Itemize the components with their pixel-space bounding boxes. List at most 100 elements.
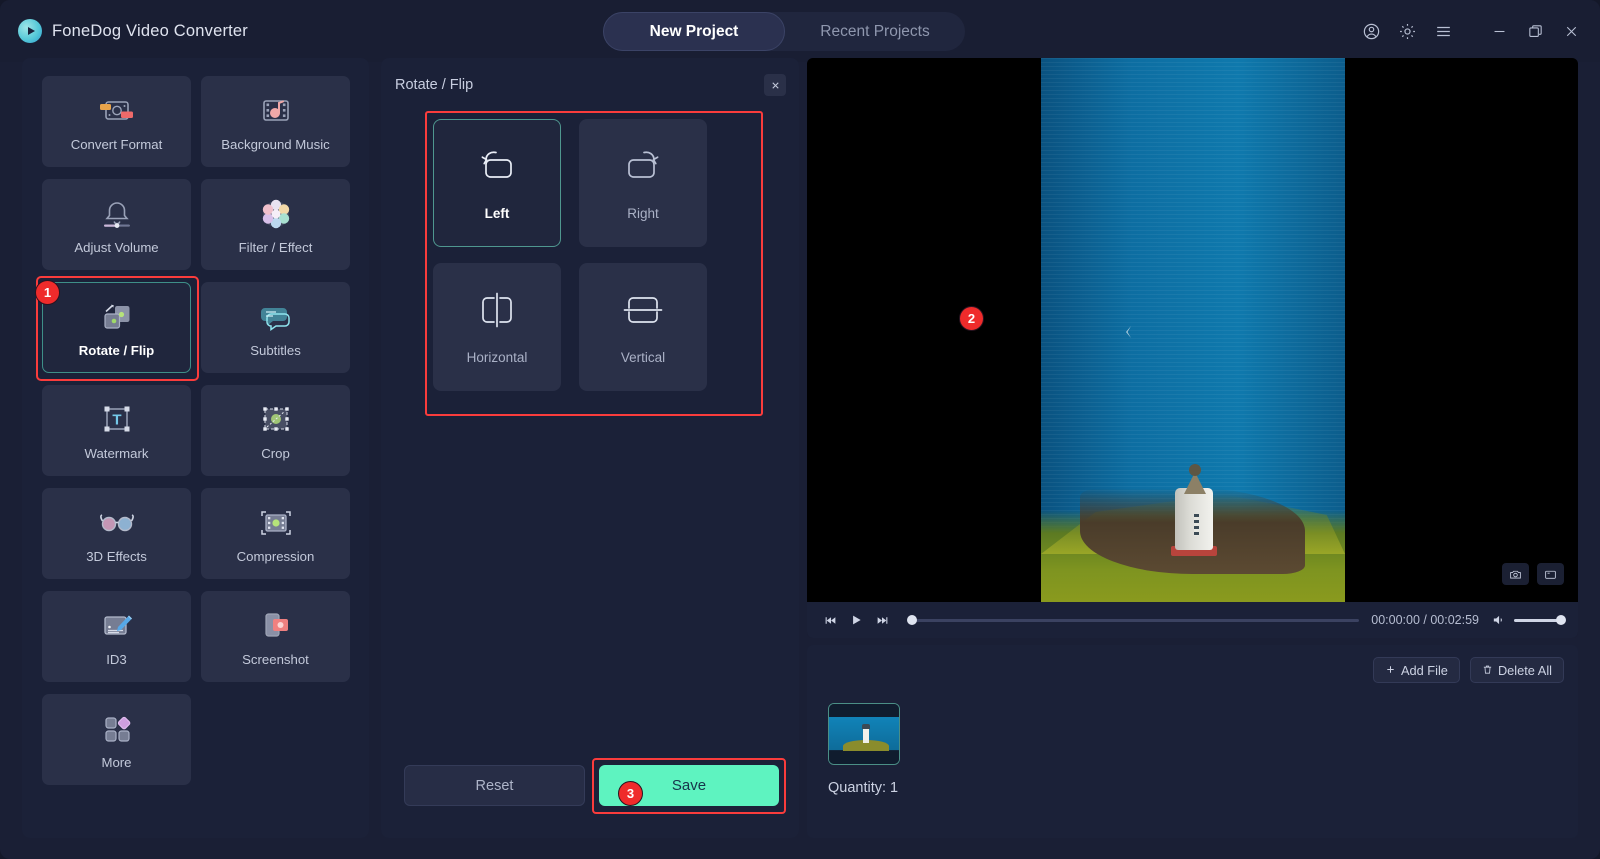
option-label: Vertical xyxy=(620,349,666,365)
option-flip-vertical[interactable]: Vertical xyxy=(579,263,707,391)
sidebar-item-id3[interactable]: ID3 xyxy=(42,591,191,682)
id3-icon xyxy=(98,607,136,645)
filter-effect-icon xyxy=(258,195,294,233)
watermark-icon: T xyxy=(99,401,135,439)
sidebar-item-watermark[interactable]: T Watermark xyxy=(42,385,191,476)
sidebar-item-label: Crop xyxy=(261,445,290,461)
seek-bar[interactable] xyxy=(907,615,1360,625)
tab-recent-projects[interactable]: Recent Projects xyxy=(785,12,965,51)
compression-icon xyxy=(257,504,295,542)
rotate-flip-icon xyxy=(98,298,136,336)
save-button-wrap: 3 Save xyxy=(592,758,786,814)
more-icon xyxy=(99,710,135,748)
camera-icon[interactable] xyxy=(1502,563,1529,585)
play-icon[interactable] xyxy=(843,607,869,633)
sidebar-item-label: More xyxy=(101,754,132,770)
step-badge-2: 2 xyxy=(959,306,984,331)
step-badge-1: 1 xyxy=(35,280,60,305)
video-frame xyxy=(1040,58,1345,602)
minimize-icon[interactable] xyxy=(1484,16,1514,46)
rotate-flip-options: Left Right Horizontal Vertical xyxy=(433,119,707,391)
sidebar-item-screenshot[interactable]: Screenshot xyxy=(201,591,350,682)
close-icon[interactable] xyxy=(1556,16,1586,46)
thumbnail-lamp xyxy=(862,724,870,729)
app-title: FoneDog Video Converter xyxy=(52,21,248,40)
sidebar-item-rotate-flip[interactable]: 1 Rotate / Flip xyxy=(35,276,199,381)
rotate-right-icon xyxy=(618,146,668,186)
option-flip-horizontal[interactable]: Horizontal xyxy=(433,263,561,391)
timecode: 00:00:00 / 00:02:59 xyxy=(1371,613,1479,627)
tools-grid: Convert Format Background Music Adjust V… xyxy=(35,76,369,785)
flip-horizontal-icon xyxy=(474,290,520,330)
adjust-volume-icon xyxy=(98,195,136,233)
delete-all-label: Delete All xyxy=(1497,662,1552,678)
reset-button[interactable]: Reset xyxy=(404,765,585,806)
add-file-button[interactable]: Add File xyxy=(1372,657,1460,683)
skip-back-icon[interactable] xyxy=(817,607,843,633)
save-button[interactable]: 3 Save xyxy=(599,765,779,806)
sidebar-item-label: Adjust Volume xyxy=(74,239,159,255)
tools-sidebar: Convert Format Background Music Adjust V… xyxy=(22,58,369,838)
sidebar-item-3d-effects[interactable]: 3D Effects xyxy=(42,488,191,579)
crop-icon xyxy=(258,401,294,439)
sidebar-item-subtitles[interactable]: Subtitles xyxy=(201,282,350,373)
trash-icon xyxy=(1482,663,1493,678)
seek-handle[interactable] xyxy=(907,615,917,625)
tab-recent-projects-label: Recent Projects xyxy=(820,22,930,40)
sidebar-item-compression[interactable]: Compression xyxy=(201,488,350,579)
sidebar-item-background-music[interactable]: Background Music xyxy=(201,76,350,167)
subtitles-icon xyxy=(257,298,295,336)
panel-close-icon[interactable] xyxy=(764,74,786,96)
option-label: Right xyxy=(627,205,659,221)
maximize-icon[interactable] xyxy=(1520,16,1550,46)
option-label: Left xyxy=(484,205,510,221)
sidebar-item-crop[interactable]: Crop xyxy=(201,385,350,476)
3d-effects-icon xyxy=(96,504,138,542)
video-thumbnail[interactable] xyxy=(828,703,900,765)
rotate-left-icon xyxy=(472,146,522,186)
sidebar-item-adjust-volume[interactable]: Adjust Volume xyxy=(42,179,191,270)
thumbnail-tower xyxy=(863,727,869,743)
convert-format-icon xyxy=(97,92,137,130)
preview-actions xyxy=(1502,563,1564,585)
sidebar-item-label: Convert Format xyxy=(70,136,163,152)
tab-new-project-label: New Project xyxy=(649,22,739,40)
sidebar-item-label: ID3 xyxy=(106,651,127,667)
sidebar-item-label: Subtitles xyxy=(250,342,301,358)
project-tabs: New Project Recent Projects xyxy=(603,12,965,51)
sidebar-item-label: Background Music xyxy=(221,136,330,152)
sidebar-item-label: Compression xyxy=(236,548,315,564)
expand-icon[interactable] xyxy=(1537,563,1564,585)
tab-new-project[interactable]: New Project xyxy=(603,12,785,51)
sidebar-item-convert-format[interactable]: Convert Format xyxy=(42,76,191,167)
volume-icon[interactable] xyxy=(1491,613,1506,627)
file-list-actions: Add File Delete All xyxy=(1372,657,1564,683)
video-scene-rotated xyxy=(1040,58,1345,602)
sidebar-item-label: Screenshot xyxy=(242,651,309,667)
play-circle-logo xyxy=(18,19,42,43)
volume-handle[interactable] xyxy=(1556,615,1566,625)
step-badge-3: 3 xyxy=(618,781,643,806)
delete-all-button[interactable]: Delete All xyxy=(1469,657,1564,683)
plus-icon xyxy=(1385,663,1396,678)
save-button-label: Save xyxy=(671,777,707,794)
title-bar: FoneDog Video Converter New Project Rece… xyxy=(0,0,1600,62)
background-music-icon xyxy=(257,92,295,130)
panel-title: Rotate / Flip xyxy=(395,77,474,93)
sidebar-item-more[interactable]: More xyxy=(42,694,191,785)
thumbnail-letterbox xyxy=(829,751,899,764)
gear-icon[interactable] xyxy=(1392,16,1422,46)
option-rotate-left[interactable]: Left xyxy=(433,119,561,247)
screenshot-icon xyxy=(258,607,294,645)
player-controls: 00:00:00 / 00:02:59 xyxy=(807,602,1578,638)
sidebar-item-filter-effect[interactable]: Filter / Effect xyxy=(201,179,350,270)
video-preview: 00:00:00 / 00:02:59 xyxy=(807,58,1578,638)
option-rotate-right[interactable]: Right xyxy=(579,119,707,247)
video-stage[interactable] xyxy=(807,58,1578,602)
account-icon[interactable] xyxy=(1356,16,1386,46)
skip-forward-icon[interactable] xyxy=(869,607,895,633)
volume-slider[interactable] xyxy=(1514,615,1566,625)
window-controls xyxy=(1356,0,1586,62)
sidebar-item-label: Filter / Effect xyxy=(238,239,313,255)
menu-icon[interactable] xyxy=(1428,16,1458,46)
